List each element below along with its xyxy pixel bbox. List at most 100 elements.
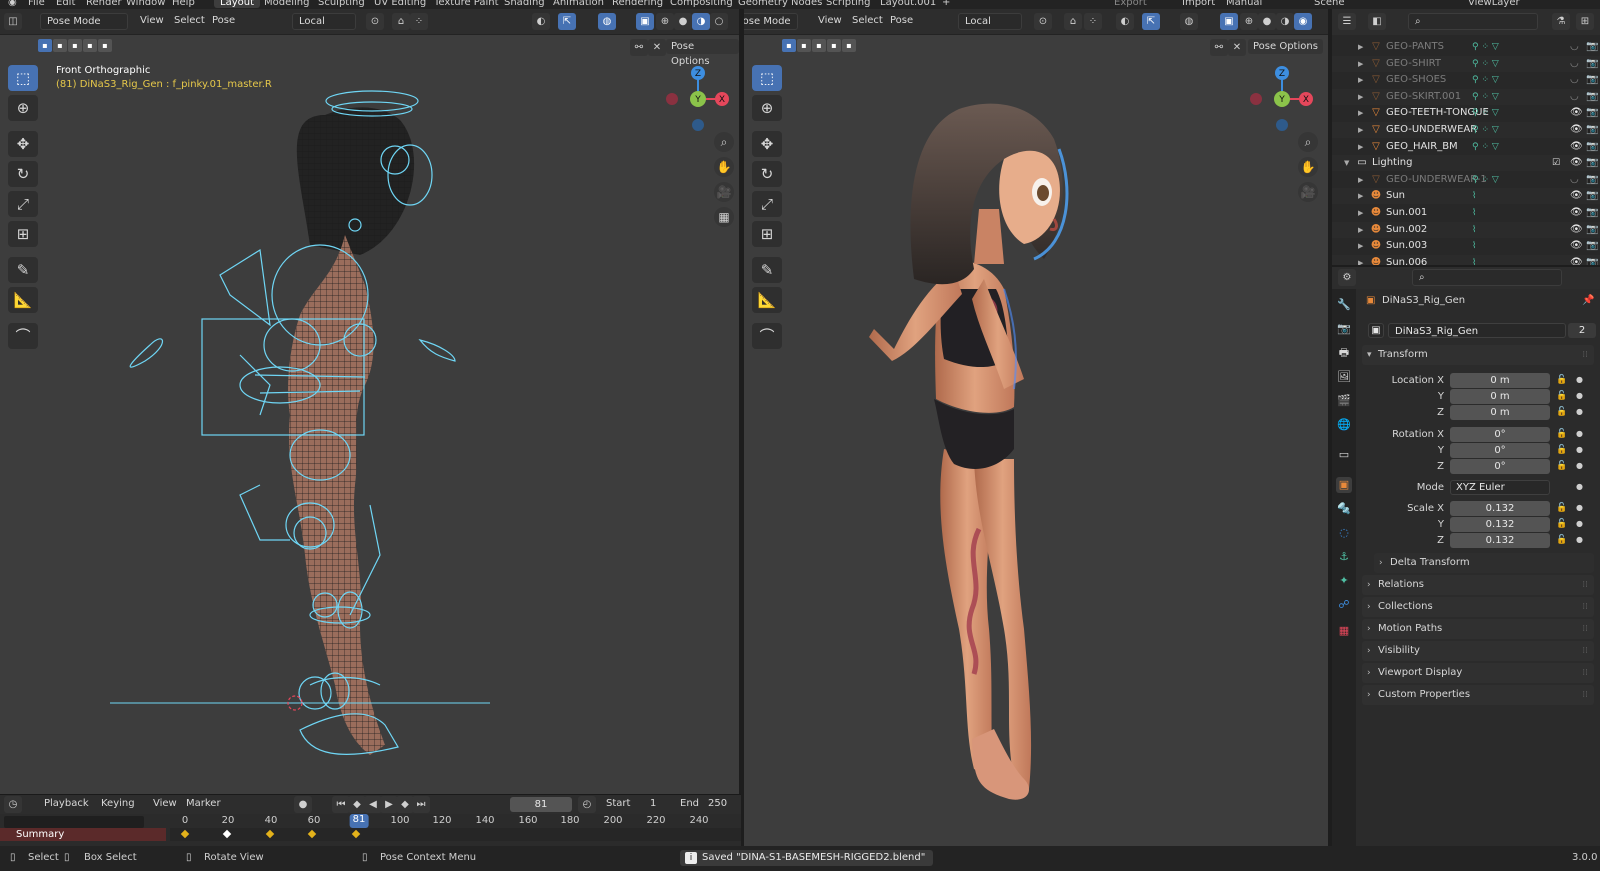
snap-target-icon[interactable]: ⁘ — [410, 13, 428, 30]
overlay-toggle-icon[interactable]: ◍ — [598, 13, 616, 30]
ortho-grid-icon[interactable]: ▦ — [714, 207, 734, 227]
mode-selector[interactable]: Pose Mode — [744, 13, 798, 30]
eye-icon[interactable]: 👁 — [1570, 105, 1583, 121]
expand-right-icon[interactable]: ▶ — [1358, 89, 1363, 105]
datablock-browse-icon[interactable]: ▣ — [1368, 323, 1384, 338]
outliner-item-name[interactable]: Sun — [1386, 188, 1405, 204]
lock-icon[interactable]: 🔓 — [1556, 391, 1567, 401]
lock-icon[interactable]: 🔓 — [1556, 375, 1567, 385]
annotate-tool-icon[interactable]: ✎ — [8, 257, 38, 283]
location-x-field[interactable]: 0 m — [1450, 373, 1550, 388]
eye-icon[interactable]: 👁 — [1570, 238, 1583, 254]
gizmo-toggle-icon[interactable]: ⇱ — [558, 13, 576, 30]
render-camera-icon[interactable]: 📷 — [1586, 188, 1598, 204]
render-camera-icon[interactable]: 📷 — [1586, 122, 1598, 138]
eye-icon[interactable]: 👁 — [1570, 188, 1583, 204]
scale-y-field[interactable]: 0.132 — [1450, 517, 1550, 532]
workspace-tab-modeling[interactable]: Modeling — [264, 0, 310, 8]
keyframe-dot-icon[interactable]: ● — [1576, 461, 1583, 470]
outliner-row[interactable]: ▶ ▽ GEO-UNDERWEAR-1 ⚲ ⁘ ▽ ◡ 📷 — [1332, 172, 1600, 188]
keyframe-dot-icon[interactable]: ● — [1576, 407, 1583, 416]
end-frame-field[interactable]: 250 — [708, 798, 727, 809]
expand-right-icon[interactable]: ▶ — [1358, 105, 1363, 121]
render-camera-icon[interactable]: 📷 — [1586, 238, 1598, 254]
expand-right-icon[interactable]: ▶ — [1358, 172, 1363, 188]
eye-icon[interactable]: 👁 — [1570, 155, 1583, 171]
pin-icon[interactable]: 📌 — [1582, 295, 1594, 306]
outliner-item-name[interactable]: Sun.001 — [1386, 205, 1427, 221]
select-extend-icon[interactable]: ▪ — [797, 39, 811, 52]
pose-options-dropdown[interactable]: Pose Options — [666, 39, 739, 67]
scale-tool-icon[interactable]: ⤢ — [752, 191, 782, 217]
expand-right-icon[interactable]: ▶ — [1358, 205, 1363, 221]
blender-logo-icon[interactable]: ◉ — [8, 0, 17, 8]
select-new-icon[interactable]: ▪ — [38, 39, 52, 52]
pose-options-dropdown[interactable]: Pose Options — [1248, 39, 1323, 54]
render-camera-icon[interactable]: 📷 — [1586, 222, 1598, 238]
move-tool-icon[interactable]: ✥ — [752, 131, 782, 157]
menu-render[interactable]: Render — [86, 0, 122, 8]
timeline-summary-channel[interactable]: Summary — [0, 828, 166, 841]
viewport-right[interactable]: Pose Mode View Select Pose Local ⊙ ⌂ ⁘ ◐… — [744, 9, 1328, 846]
expand-right-icon[interactable]: ▶ — [1358, 122, 1363, 138]
viewport-left[interactable]: ◫ Pose Mode View Select Pose Local ⊙ ⌂ ⁘… — [0, 9, 741, 794]
location-z-field[interactable]: 0 m — [1450, 405, 1550, 420]
world-tab-icon[interactable]: 🌐 — [1336, 417, 1352, 433]
rotation-y-field[interactable]: 0° — [1450, 443, 1550, 458]
menu-view[interactable]: View — [140, 15, 164, 26]
shading-wireframe-icon[interactable]: ⊕ — [656, 13, 674, 30]
expand-right-icon[interactable]: ▶ — [1358, 139, 1363, 155]
manual-button[interactable]: Manual — [1226, 0, 1262, 8]
outliner-item-name[interactable]: GEO-SHIRT — [1386, 56, 1441, 72]
expand-right-icon[interactable]: ▶ — [1358, 72, 1363, 88]
workspace-tab-geometry-nodes[interactable]: Geometry Nodes — [738, 0, 822, 8]
eye-closed-icon[interactable]: ◡ — [1570, 172, 1579, 188]
menu-help[interactable]: Help — [172, 0, 195, 8]
scene-selector[interactable]: Scene — [1314, 0, 1345, 8]
transform-tool-icon[interactable]: ⊞ — [8, 221, 38, 247]
lock-icon[interactable]: 🔓 — [1556, 461, 1567, 471]
proportional-edit-icon[interactable]: ⚯ — [1210, 39, 1228, 56]
expand-right-icon[interactable]: ▶ — [1358, 238, 1363, 254]
close-overlay-icon[interactable]: ✕ — [648, 39, 666, 56]
menu-pose[interactable]: Pose — [212, 15, 235, 26]
select-intersect-icon[interactable]: ▪ — [842, 39, 856, 52]
close-overlay-icon[interactable]: ✕ — [1228, 39, 1246, 56]
render-tab-icon[interactable]: 📷 — [1336, 321, 1352, 337]
users-count[interactable]: 2 — [1568, 323, 1596, 338]
transform-orientation-selector[interactable]: Local — [958, 13, 1022, 30]
lock-icon[interactable]: 🔓 — [1556, 445, 1567, 455]
visibility-icon[interactable]: ◐ — [532, 13, 550, 30]
rigged-character-wireframe[interactable] — [110, 85, 490, 775]
keyframe-dot-icon[interactable]: ● — [1576, 503, 1583, 512]
menu-file[interactable]: File — [28, 0, 45, 8]
shading-wireframe-icon[interactable]: ⊕ — [1240, 13, 1258, 30]
rotate-tool-icon[interactable]: ↻ — [752, 161, 782, 187]
scene-tab-icon[interactable]: 🎬 — [1336, 393, 1352, 409]
visibility-icon[interactable]: ◐ — [1116, 13, 1134, 30]
pan-hand-icon[interactable]: ✋ — [714, 157, 734, 177]
menu-view[interactable]: View — [818, 15, 842, 26]
keyframe-dot-icon[interactable]: ● — [1576, 519, 1583, 528]
timeline-editor-type-icon[interactable]: ◷ — [4, 796, 22, 813]
keyframe[interactable] — [351, 829, 361, 839]
outliner-item-name[interactable]: GEO-SHOES — [1386, 72, 1446, 88]
expand-down-icon[interactable]: ▼ — [1344, 155, 1349, 171]
move-tool-icon[interactable]: ✥ — [8, 131, 38, 157]
cursor-tool-icon[interactable]: ⊕ — [752, 95, 782, 121]
selection-mode-buttons[interactable]: ▪ ▪ ▪ ▪ ▪ — [38, 39, 112, 54]
transform-panel-header[interactable]: ▾ Transform ⁞⁞ — [1362, 345, 1594, 365]
record-icon[interactable]: ● — [294, 796, 312, 813]
keyframe-dot-icon[interactable]: ● — [1576, 375, 1583, 384]
display-mode-icon[interactable]: ◧ — [1368, 13, 1386, 30]
eye-closed-icon[interactable]: ◡ — [1570, 72, 1579, 88]
panel-header-collections[interactable]: › Collections ⁞⁞ — [1362, 597, 1594, 617]
snap-icon[interactable]: ⌂ — [1064, 13, 1082, 30]
menu-select[interactable]: Select — [852, 15, 883, 26]
bone-tab-icon[interactable]: ☍ — [1336, 597, 1352, 613]
timeline-menu-keying[interactable]: Keying — [101, 798, 135, 809]
rendered-character[interactable] — [864, 89, 1164, 829]
select-invert-icon[interactable]: ▪ — [827, 39, 841, 52]
render-camera-icon[interactable]: 📷 — [1586, 72, 1598, 88]
keyframe-dot-icon[interactable]: ● — [1576, 535, 1583, 544]
